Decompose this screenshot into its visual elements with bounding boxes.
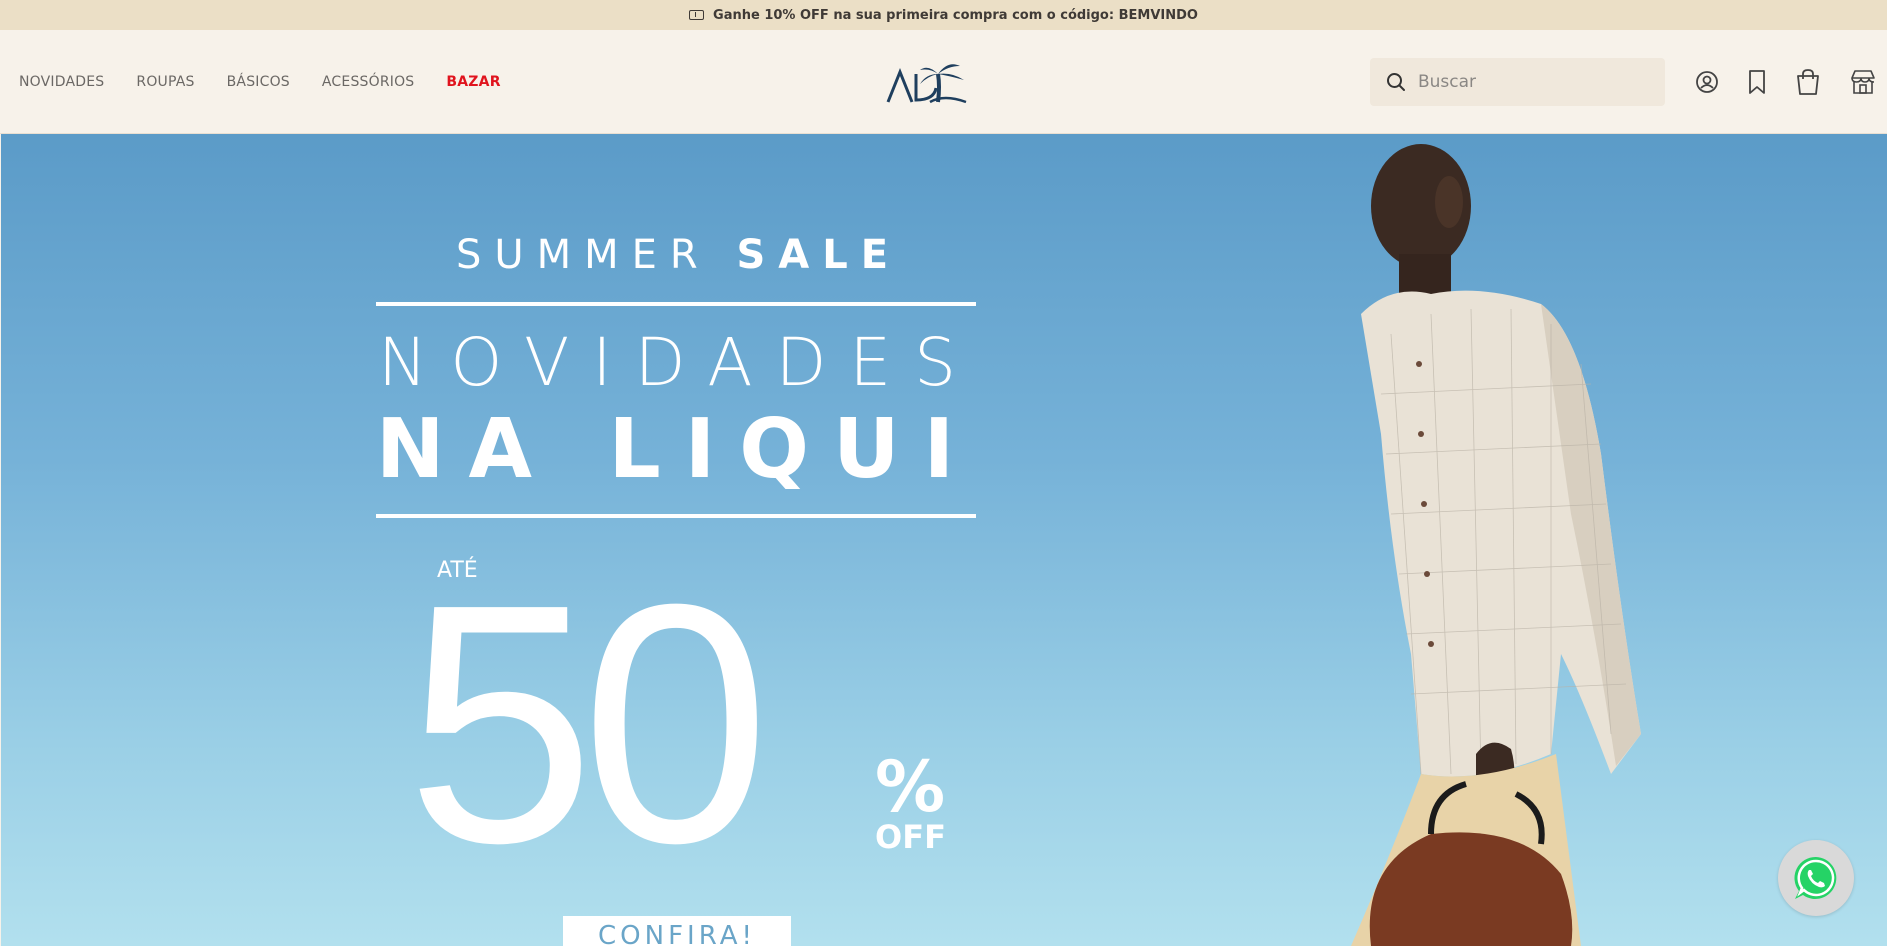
hero-rule-bottom — [376, 514, 976, 518]
hero-rule-top — [376, 302, 976, 306]
hero-percent: % — [875, 746, 946, 828]
hero-line2: NA LIQUI — [375, 402, 979, 497]
search-input[interactable] — [1418, 72, 1638, 92]
promo-bar: Ganhe 10% OFF na sua primeira compra com… — [0, 0, 1887, 30]
whatsapp-button[interactable] — [1778, 840, 1854, 916]
main-nav: NOVIDADES ROUPAS BÁSICOS ACESSÓRIOS BAZA… — [19, 30, 533, 134]
account-button[interactable] — [1692, 67, 1722, 97]
brand-logo[interactable] — [886, 58, 968, 106]
nav-novidades[interactable]: NOVIDADES — [19, 74, 104, 90]
store-icon — [1851, 70, 1875, 94]
confira-button[interactable]: CONFIRA! — [563, 916, 791, 946]
nav-bazar[interactable]: BAZAR — [446, 74, 500, 90]
search-icon[interactable] — [1386, 72, 1406, 92]
cart-button[interactable] — [1793, 67, 1823, 97]
ticket-icon — [689, 10, 705, 20]
palm-tree-icon — [886, 64, 967, 104]
whatsapp-icon — [1794, 856, 1837, 899]
bookmark-icon — [1749, 70, 1765, 94]
hero-eyebrow-light: SUMMER — [455, 232, 711, 278]
hero-discount: 50 — [406, 534, 770, 914]
hero-off: OFF — [875, 818, 946, 856]
nav-acessorios[interactable]: ACESSÓRIOS — [322, 74, 415, 90]
stores-button[interactable] — [1848, 67, 1878, 97]
promo-text: Ganhe 10% OFF na sua primeira compra com… — [713, 7, 1198, 23]
hero-eyebrow-bold: SALE — [736, 232, 902, 278]
hero-eyebrow: SUMMER SALE — [371, 232, 986, 278]
nav-roupas[interactable]: ROUPAS — [136, 74, 194, 90]
hero-banner[interactable]: SUMMER SALE NOVIDADES NA LIQUI ATÉ 50 % … — [1, 134, 1887, 946]
nav-basicos[interactable]: BÁSICOS — [227, 74, 290, 90]
hero-line1: NOVIDADES — [377, 324, 979, 401]
user-icon — [1696, 71, 1718, 93]
site-header: NOVIDADES ROUPAS BÁSICOS ACESSÓRIOS BAZA… — [0, 30, 1887, 134]
wishlist-button[interactable] — [1742, 67, 1772, 97]
hero-copy: SUMMER SALE NOVIDADES NA LIQUI ATÉ 50 % … — [1, 134, 1351, 946]
shopping-bag-icon — [1797, 69, 1819, 95]
model-image — [1351, 144, 1641, 946]
search-box — [1370, 58, 1665, 106]
